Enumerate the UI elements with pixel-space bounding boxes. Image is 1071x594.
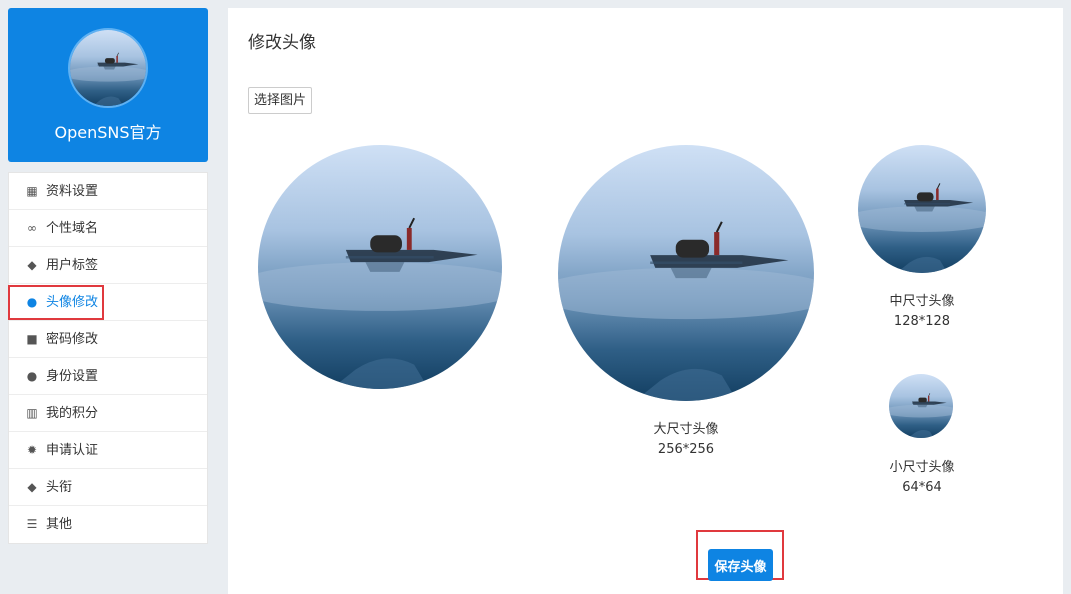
tags-icon: ◆ — [27, 480, 37, 494]
small-preview-label: 小尺寸头像 — [889, 460, 955, 475]
menu-item-label: 资料设置 — [46, 184, 99, 199]
small-avatar-preview — [889, 374, 953, 438]
menu-item-verification[interactable]: ✹ 申请认证 — [9, 432, 207, 469]
menu-item-label: 其他 — [46, 517, 73, 532]
small-preview-size: 64*64 — [902, 480, 942, 495]
small-preview-caption: 小尺寸头像 64*64 — [862, 458, 982, 498]
menu-item-label: 申请认证 — [46, 443, 99, 458]
menu-item-label: 我的积分 — [46, 406, 99, 421]
page-title: 修改头像 — [248, 33, 316, 53]
menu-item-label: 头衔 — [46, 480, 73, 495]
tag-icon: ◆ — [27, 258, 37, 272]
bar-chart-icon: ▥ — [26, 406, 38, 420]
menu-item-password[interactable]: ■ 密码修改 — [9, 321, 207, 358]
menu-item-profile-settings[interactable]: ▦ 资料设置 — [9, 173, 207, 210]
menu-item-label: 身份设置 — [46, 369, 99, 384]
medium-preview-caption: 中尺寸头像 128*128 — [862, 292, 982, 332]
settings-menu: ▦ 资料设置 ∞ 个性域名 ◆ 用户标签 ● 头像修改 ■ 密码修改 ● 身份设置 ▥ 我的积… — [8, 172, 208, 544]
menu-item-custom-domain[interactable]: ∞ 个性域名 — [9, 210, 207, 247]
menu-item-label: 密码修改 — [46, 332, 99, 347]
users-icon: ● — [26, 369, 38, 383]
menu-item-other[interactable]: ☰ 其他 — [9, 506, 207, 543]
menu-item-label: 头像修改 — [46, 295, 99, 310]
list-icon: ☰ — [26, 517, 38, 531]
avatar[interactable] — [68, 28, 148, 108]
medium-preview-label: 中尺寸头像 — [889, 294, 955, 309]
menu-item-identity[interactable]: ● 身份设置 — [9, 358, 207, 395]
menu-item-titles[interactable]: ◆ 头衔 — [9, 469, 207, 506]
profile-name[interactable]: OpenSNS官方 — [8, 119, 208, 143]
large-preview-caption: 大尺寸头像 256*256 — [616, 420, 756, 460]
choose-image-button[interactable]: 选择图片 — [248, 87, 313, 114]
link-icon: ∞ — [27, 221, 37, 235]
medium-avatar-preview — [858, 145, 986, 273]
large-preview-label: 大尺寸头像 — [653, 422, 719, 437]
menu-item-label: 个性域名 — [46, 221, 99, 236]
main-panel: 修改头像 选择图片 大尺寸头像 256*256 中尺寸头像 128*128 小尺… — [228, 8, 1063, 594]
large-avatar-preview — [558, 145, 814, 401]
profile-card: OpenSNS官方 — [8, 8, 208, 162]
large-preview-size: 256*256 — [657, 442, 715, 457]
user-icon: ● — [26, 295, 38, 309]
menu-item-user-tags[interactable]: ◆ 用户标签 — [9, 247, 207, 284]
menu-item-label: 用户标签 — [46, 258, 99, 273]
menu-item-points[interactable]: ▥ 我的积分 — [9, 395, 207, 432]
save-avatar-button[interactable]: 保存头像 — [708, 549, 773, 581]
menu-item-avatar-edit[interactable]: ● 头像修改 — [9, 284, 207, 321]
grid-icon: ▦ — [26, 184, 38, 198]
medium-preview-size: 128*128 — [893, 314, 951, 329]
badge-icon: ✹ — [26, 443, 38, 457]
source-image[interactable] — [258, 145, 502, 389]
lock-icon: ■ — [26, 332, 38, 346]
